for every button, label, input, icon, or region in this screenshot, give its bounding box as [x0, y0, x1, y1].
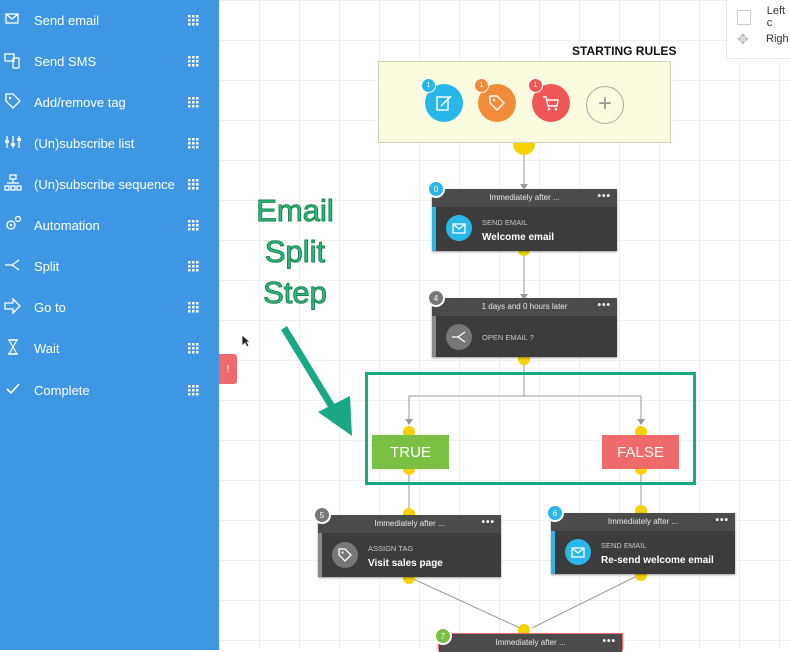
mouse-cursor-icon — [241, 334, 251, 348]
annotation-arrow-icon — [281, 326, 352, 436]
